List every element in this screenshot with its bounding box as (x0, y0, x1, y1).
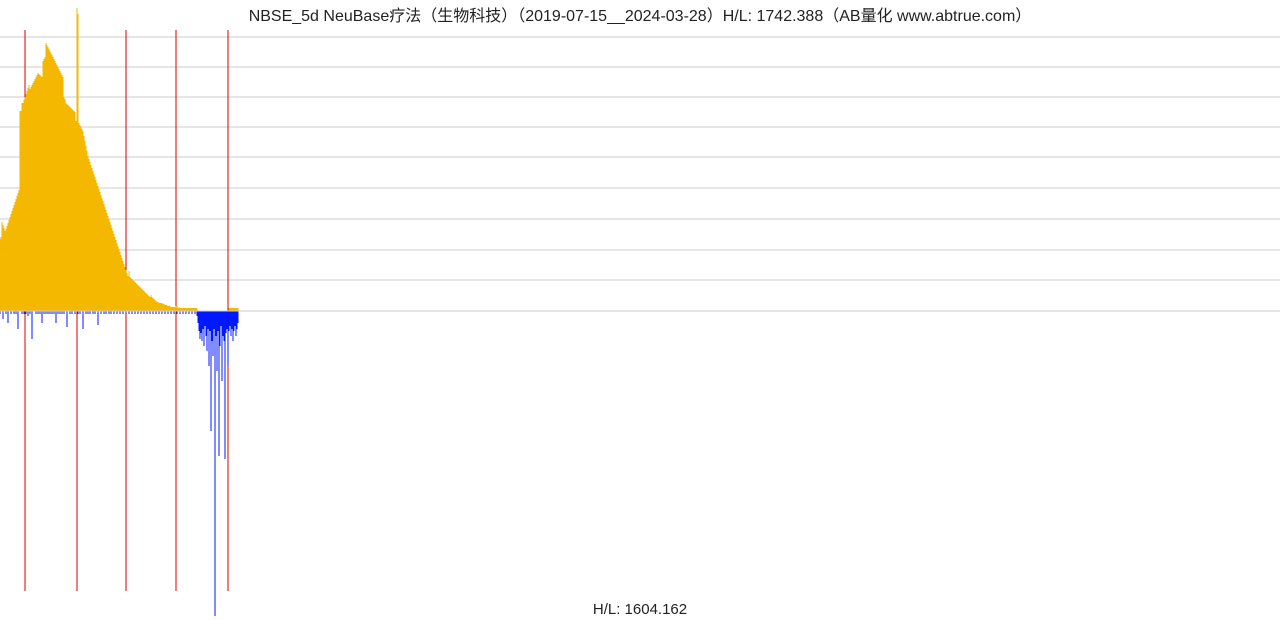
chart-canvas (0, 0, 1280, 620)
stock-hl-chart: NBSE_5d NeuBase疗法（生物科技）（2019-07-15__2024… (0, 0, 1280, 620)
chart-footer-hl: H/L: 1604.162 (0, 601, 1280, 618)
